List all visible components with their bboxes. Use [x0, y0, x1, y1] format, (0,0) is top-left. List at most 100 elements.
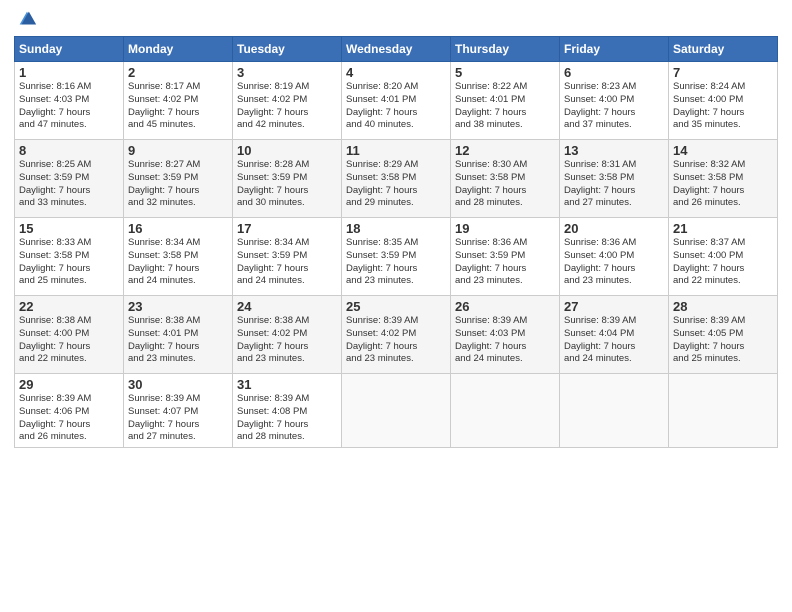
day-info: Sunrise: 8:39 AM Sunset: 4:06 PM Dayligh…: [19, 393, 119, 444]
day-number: 17: [237, 221, 337, 236]
day-info: Sunrise: 8:20 AM Sunset: 4:01 PM Dayligh…: [346, 81, 446, 132]
calendar-cell: 13Sunrise: 8:31 AM Sunset: 3:58 PM Dayli…: [560, 140, 669, 218]
day-number: 23: [128, 299, 228, 314]
day-info: Sunrise: 8:27 AM Sunset: 3:59 PM Dayligh…: [128, 159, 228, 210]
day-number: 6: [564, 65, 664, 80]
weekday-header-wednesday: Wednesday: [342, 37, 451, 62]
day-info: Sunrise: 8:35 AM Sunset: 3:59 PM Dayligh…: [346, 237, 446, 288]
day-info: Sunrise: 8:36 AM Sunset: 4:00 PM Dayligh…: [564, 237, 664, 288]
day-info: Sunrise: 8:19 AM Sunset: 4:02 PM Dayligh…: [237, 81, 337, 132]
calendar-table: SundayMondayTuesdayWednesdayThursdayFrid…: [14, 36, 778, 448]
weekday-header-friday: Friday: [560, 37, 669, 62]
day-number: 10: [237, 143, 337, 158]
day-info: Sunrise: 8:39 AM Sunset: 4:08 PM Dayligh…: [237, 393, 337, 444]
calendar-cell: 6Sunrise: 8:23 AM Sunset: 4:00 PM Daylig…: [560, 62, 669, 140]
calendar-cell: 15Sunrise: 8:33 AM Sunset: 3:58 PM Dayli…: [15, 218, 124, 296]
calendar-cell: 21Sunrise: 8:37 AM Sunset: 4:00 PM Dayli…: [669, 218, 778, 296]
calendar-cell: 24Sunrise: 8:38 AM Sunset: 4:02 PM Dayli…: [233, 296, 342, 374]
week-row-4: 22Sunrise: 8:38 AM Sunset: 4:00 PM Dayli…: [15, 296, 778, 374]
day-number: 7: [673, 65, 773, 80]
day-number: 5: [455, 65, 555, 80]
day-info: Sunrise: 8:28 AM Sunset: 3:59 PM Dayligh…: [237, 159, 337, 210]
day-info: Sunrise: 8:33 AM Sunset: 3:58 PM Dayligh…: [19, 237, 119, 288]
day-number: 25: [346, 299, 446, 314]
calendar-container: SundayMondayTuesdayWednesdayThursdayFrid…: [0, 0, 792, 458]
weekday-header-monday: Monday: [124, 37, 233, 62]
day-info: Sunrise: 8:24 AM Sunset: 4:00 PM Dayligh…: [673, 81, 773, 132]
day-info: Sunrise: 8:17 AM Sunset: 4:02 PM Dayligh…: [128, 81, 228, 132]
day-info: Sunrise: 8:39 AM Sunset: 4:03 PM Dayligh…: [455, 315, 555, 366]
weekday-header-thursday: Thursday: [451, 37, 560, 62]
day-number: 3: [237, 65, 337, 80]
weekday-header-saturday: Saturday: [669, 37, 778, 62]
calendar-cell: [560, 374, 669, 448]
week-row-5: 29Sunrise: 8:39 AM Sunset: 4:06 PM Dayli…: [15, 374, 778, 448]
day-number: 14: [673, 143, 773, 158]
day-number: 16: [128, 221, 228, 236]
calendar-cell: 5Sunrise: 8:22 AM Sunset: 4:01 PM Daylig…: [451, 62, 560, 140]
calendar-cell: 12Sunrise: 8:30 AM Sunset: 3:58 PM Dayli…: [451, 140, 560, 218]
day-number: 24: [237, 299, 337, 314]
day-number: 8: [19, 143, 119, 158]
day-number: 15: [19, 221, 119, 236]
calendar-cell: 26Sunrise: 8:39 AM Sunset: 4:03 PM Dayli…: [451, 296, 560, 374]
calendar-cell: 3Sunrise: 8:19 AM Sunset: 4:02 PM Daylig…: [233, 62, 342, 140]
day-info: Sunrise: 8:25 AM Sunset: 3:59 PM Dayligh…: [19, 159, 119, 210]
calendar-cell: 27Sunrise: 8:39 AM Sunset: 4:04 PM Dayli…: [560, 296, 669, 374]
day-info: Sunrise: 8:38 AM Sunset: 4:00 PM Dayligh…: [19, 315, 119, 366]
calendar-cell: [451, 374, 560, 448]
calendar-cell: 30Sunrise: 8:39 AM Sunset: 4:07 PM Dayli…: [124, 374, 233, 448]
calendar-cell: 28Sunrise: 8:39 AM Sunset: 4:05 PM Dayli…: [669, 296, 778, 374]
day-number: 27: [564, 299, 664, 314]
day-info: Sunrise: 8:39 AM Sunset: 4:07 PM Dayligh…: [128, 393, 228, 444]
day-number: 11: [346, 143, 446, 158]
calendar-cell: 31Sunrise: 8:39 AM Sunset: 4:08 PM Dayli…: [233, 374, 342, 448]
day-number: 9: [128, 143, 228, 158]
weekday-header-sunday: Sunday: [15, 37, 124, 62]
day-info: Sunrise: 8:39 AM Sunset: 4:02 PM Dayligh…: [346, 315, 446, 366]
day-info: Sunrise: 8:39 AM Sunset: 4:04 PM Dayligh…: [564, 315, 664, 366]
calendar-cell: 29Sunrise: 8:39 AM Sunset: 4:06 PM Dayli…: [15, 374, 124, 448]
day-number: 31: [237, 377, 337, 392]
week-row-2: 8Sunrise: 8:25 AM Sunset: 3:59 PM Daylig…: [15, 140, 778, 218]
day-info: Sunrise: 8:38 AM Sunset: 4:01 PM Dayligh…: [128, 315, 228, 366]
day-number: 2: [128, 65, 228, 80]
week-row-3: 15Sunrise: 8:33 AM Sunset: 3:58 PM Dayli…: [15, 218, 778, 296]
calendar-cell: 19Sunrise: 8:36 AM Sunset: 3:59 PM Dayli…: [451, 218, 560, 296]
calendar-cell: 17Sunrise: 8:34 AM Sunset: 3:59 PM Dayli…: [233, 218, 342, 296]
logo-icon: [16, 8, 38, 30]
day-number: 19: [455, 221, 555, 236]
logo: [14, 10, 38, 30]
calendar-cell: 7Sunrise: 8:24 AM Sunset: 4:00 PM Daylig…: [669, 62, 778, 140]
day-info: Sunrise: 8:22 AM Sunset: 4:01 PM Dayligh…: [455, 81, 555, 132]
calendar-cell: 8Sunrise: 8:25 AM Sunset: 3:59 PM Daylig…: [15, 140, 124, 218]
calendar-cell: 1Sunrise: 8:16 AM Sunset: 4:03 PM Daylig…: [15, 62, 124, 140]
calendar-cell: [669, 374, 778, 448]
day-info: Sunrise: 8:37 AM Sunset: 4:00 PM Dayligh…: [673, 237, 773, 288]
day-info: Sunrise: 8:32 AM Sunset: 3:58 PM Dayligh…: [673, 159, 773, 210]
header: [14, 10, 778, 30]
calendar-cell: 9Sunrise: 8:27 AM Sunset: 3:59 PM Daylig…: [124, 140, 233, 218]
day-info: Sunrise: 8:31 AM Sunset: 3:58 PM Dayligh…: [564, 159, 664, 210]
calendar-cell: 14Sunrise: 8:32 AM Sunset: 3:58 PM Dayli…: [669, 140, 778, 218]
calendar-cell: 20Sunrise: 8:36 AM Sunset: 4:00 PM Dayli…: [560, 218, 669, 296]
day-info: Sunrise: 8:16 AM Sunset: 4:03 PM Dayligh…: [19, 81, 119, 132]
day-info: Sunrise: 8:36 AM Sunset: 3:59 PM Dayligh…: [455, 237, 555, 288]
day-number: 30: [128, 377, 228, 392]
calendar-cell: 22Sunrise: 8:38 AM Sunset: 4:00 PM Dayli…: [15, 296, 124, 374]
day-info: Sunrise: 8:30 AM Sunset: 3:58 PM Dayligh…: [455, 159, 555, 210]
day-info: Sunrise: 8:38 AM Sunset: 4:02 PM Dayligh…: [237, 315, 337, 366]
day-number: 29: [19, 377, 119, 392]
week-row-1: 1Sunrise: 8:16 AM Sunset: 4:03 PM Daylig…: [15, 62, 778, 140]
day-number: 13: [564, 143, 664, 158]
day-info: Sunrise: 8:34 AM Sunset: 3:59 PM Dayligh…: [237, 237, 337, 288]
day-info: Sunrise: 8:39 AM Sunset: 4:05 PM Dayligh…: [673, 315, 773, 366]
calendar-cell: 18Sunrise: 8:35 AM Sunset: 3:59 PM Dayli…: [342, 218, 451, 296]
calendar-cell: [342, 374, 451, 448]
day-info: Sunrise: 8:23 AM Sunset: 4:00 PM Dayligh…: [564, 81, 664, 132]
day-number: 12: [455, 143, 555, 158]
day-number: 21: [673, 221, 773, 236]
day-info: Sunrise: 8:29 AM Sunset: 3:58 PM Dayligh…: [346, 159, 446, 210]
calendar-cell: 2Sunrise: 8:17 AM Sunset: 4:02 PM Daylig…: [124, 62, 233, 140]
calendar-cell: 4Sunrise: 8:20 AM Sunset: 4:01 PM Daylig…: [342, 62, 451, 140]
